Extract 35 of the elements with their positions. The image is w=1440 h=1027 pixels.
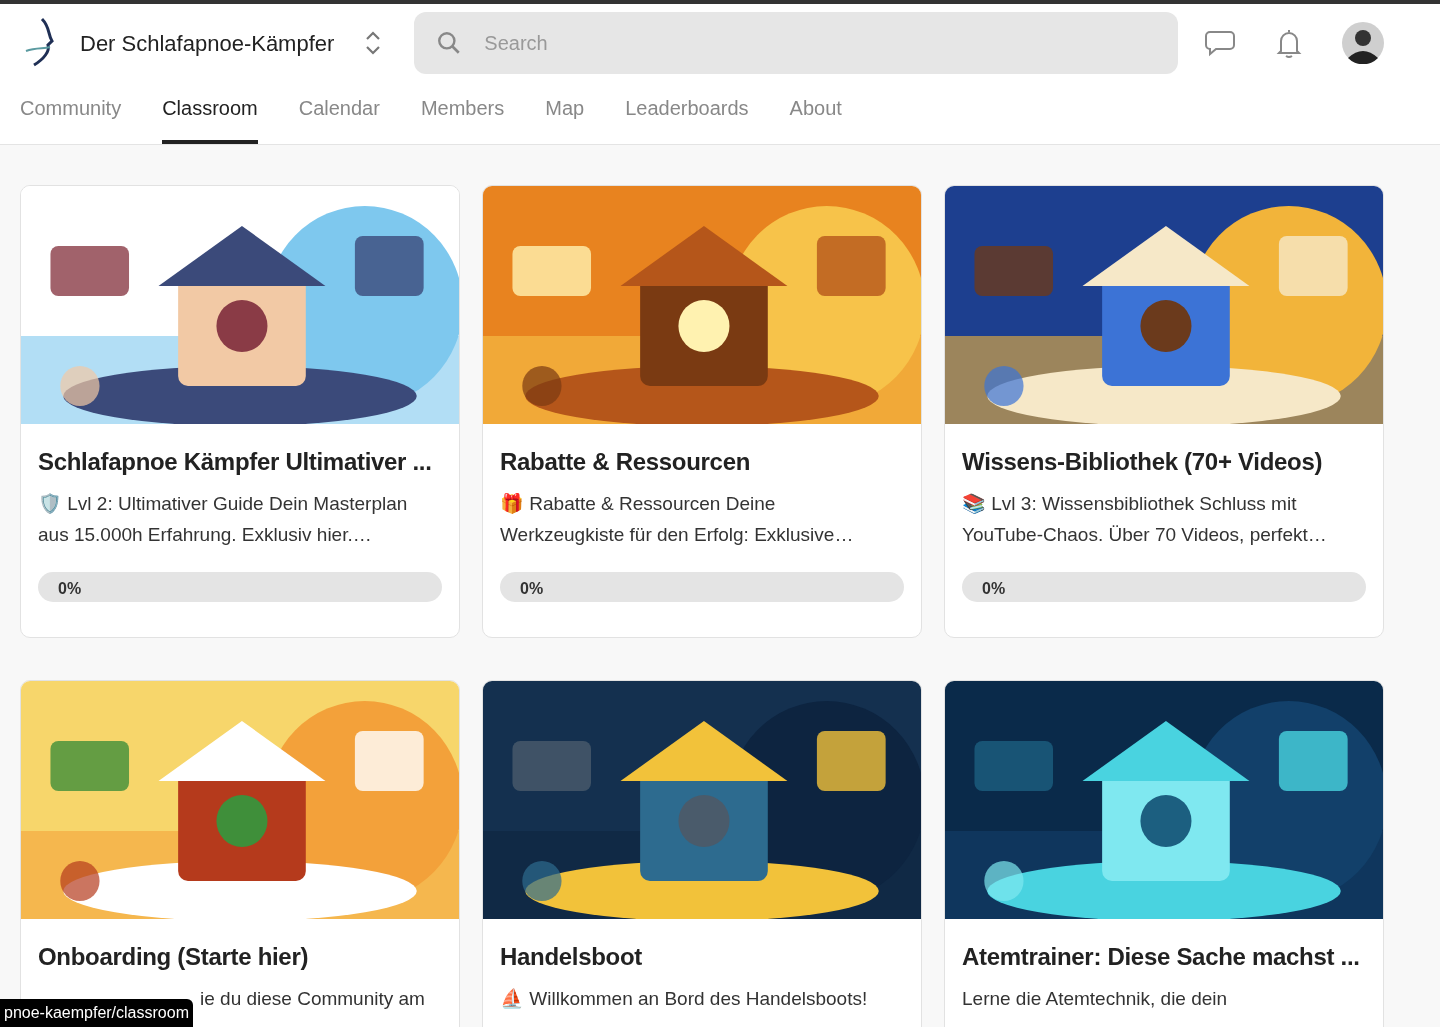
- progress-percent: 0%: [58, 579, 82, 599]
- course-title: Handelsboot: [500, 942, 644, 972]
- course-card[interactable]: Wissens-Bibliothek (70+ Videos) 📚 Lvl 3: Wissensbibliothek Schluss mit YouTube-Chaos. Über 70 Videos, perfekt… 0%: [944, 185, 1384, 638]
- course-card[interactable]: Schlafapnoe Kämpfer Ultimativer ... 🛡 Lvl 2: Ultimativer Guide Dein Masterplan aus 15.000h Erfahrung. Exklusiv hier.… 0%: [20, 185, 460, 638]
- nav-tab[interactable]: Members: [420, 82, 505, 144]
- course-card[interactable]: Rabatte & Ressourcen 🎁 Rabatte & Ressourcen Deine Werkzeugkiste für den Erfolg: Exklusive… 0%: [482, 185, 922, 638]
- course-title: Rabatte & Ressourcen: [500, 447, 752, 477]
- course-title: Atemtrainer: Diese Sache machst ...: [962, 942, 1361, 972]
- course-title: Schlafapnoe Kämpfer Ultimativer ...: [38, 447, 433, 477]
- status-url: pnoe-kaempfer/classroom: [0, 999, 193, 1027]
- course-card[interactable]: Atemtrainer: Diese Sache machst ... Lerne die Atemtechnik, die dein: [944, 680, 1384, 1027]
- nav-tab[interactable]: About: [789, 82, 842, 144]
- avatar[interactable]: [1342, 22, 1385, 64]
- nav-tab[interactable]: Leaderboards: [625, 82, 749, 144]
- course-description: ⛵ Willkommen an Bord des Handelsboots!: [500, 987, 869, 1011]
- course-title: Onboarding (Starte hier): [38, 942, 310, 972]
- chat-icon[interactable]: [1204, 29, 1237, 57]
- progress-percent: 0%: [982, 579, 1006, 599]
- nav-tab[interactable]: Calendar: [298, 82, 380, 144]
- nav-tab[interactable]: Map: [545, 82, 585, 144]
- chevron-up-down-icon[interactable]: [364, 30, 383, 56]
- search-input[interactable]: Search: [484, 28, 1157, 58]
- nav-tab[interactable]: Classroom: [162, 82, 258, 144]
- nav-tab[interactable]: Community: [20, 82, 122, 144]
- course-description: 🛡 Lvl 2: Ultimativer Guide Dein Masterplan aus 15.000h Erfahrung. Exklusiv hier.…: [38, 492, 409, 547]
- progress-percent: 0%: [520, 579, 544, 599]
- course-description: ie du diese Community am: [200, 987, 426, 1011]
- course-title: Wissens-Bibliothek (70+ Videos): [962, 447, 1324, 477]
- course-description: Lerne die Atemtechnik, die dein: [962, 987, 1229, 1011]
- bell-icon[interactable]: [1276, 27, 1303, 59]
- course-card[interactable]: Handelsboot ⛵ Willkommen an Bord des Handelsboots!: [482, 680, 922, 1027]
- community-name[interactable]: Der Schlafapnoe-Kämpfer: [80, 26, 335, 60]
- course-description: 📚 Lvl 3: Wissensbibliothek Schluss mit YouTube-Chaos. Über 70 Videos, perfekt…: [962, 492, 1328, 547]
- search-bar[interactable]: Search: [414, 12, 1179, 74]
- course-description: 🎁 Rabatte & Ressourcen Deine Werkzeugkiste für den Erfolg: Exklusive…: [500, 492, 855, 547]
